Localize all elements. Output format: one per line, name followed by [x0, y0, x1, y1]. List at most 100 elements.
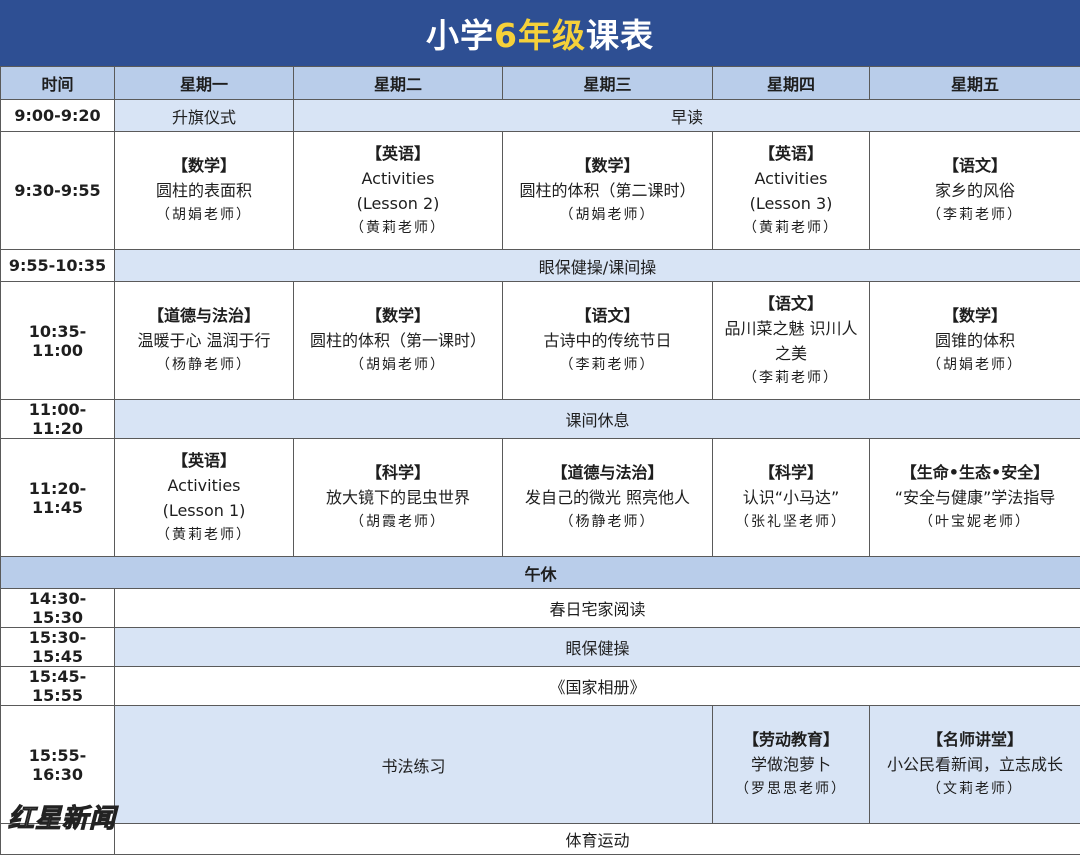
table-row: 15:30-15:45 眼保健操: [1, 628, 1080, 667]
lesson-subject: 【英语】: [717, 142, 865, 166]
lesson-topic: 圆柱的表面积: [119, 178, 289, 203]
header-tuesday: 星期二: [294, 67, 503, 100]
lesson-topic: “安全与健康”学法指导: [874, 485, 1076, 510]
lesson-cell: 【名师讲堂】小公民看新闻，立志成长（文莉老师）: [870, 706, 1080, 824]
lesson-cell: 【数学】圆柱的体积（第一课时）（胡娟老师）: [294, 282, 503, 400]
table-row: 体育运动: [1, 824, 1080, 855]
lesson-cell: 【英语】Activities(Lesson 2)（黄莉老师）: [294, 132, 503, 250]
lesson-subject: 【语文】: [717, 292, 865, 316]
timetable: 时间 星期一 星期二 星期三 星期四 星期五 9:00-9:20 升旗仪式 早读…: [0, 66, 1080, 855]
title-bar: 小学6年级课表: [0, 0, 1080, 66]
lesson-subject: 【名师讲堂】: [874, 728, 1076, 752]
lesson-topic: 小公民看新闻，立志成长: [874, 752, 1076, 777]
title-suffix: 课表: [586, 16, 654, 55]
table-row: 9:30-9:55 【数学】圆柱的表面积（胡娟老师） 【英语】Activitie…: [1, 132, 1080, 250]
lesson-cell: 【数学】圆柱的表面积（胡娟老师）: [115, 132, 294, 250]
lesson-cell: 【道德与法治】发自己的微光 照亮他人（杨静老师）: [503, 439, 713, 557]
lesson-subject: 【语文】: [874, 154, 1076, 178]
time-cell: 9:00-9:20: [1, 100, 115, 132]
lesson-cell: 【数学】圆柱的体积（第二课时）（胡娟老师）: [503, 132, 713, 250]
lesson-subject: 【语文】: [507, 304, 708, 328]
table-row: 11:20-11:45 【英语】Activities(Lesson 1)（黄莉老…: [1, 439, 1080, 557]
activity-cell: 眼保健操/课间操: [115, 250, 1080, 282]
lesson-cell: 【道德与法治】温暖于心 温润于行（杨静老师）: [115, 282, 294, 400]
table-row: 15:45-15:55 《国家相册》: [1, 667, 1080, 706]
lesson-topic: 学做泡萝卜: [717, 752, 865, 777]
lesson-subject: 【生命•生态•安全】: [874, 461, 1076, 485]
lesson-teacher: （李莉老师）: [717, 366, 865, 390]
lesson-teacher: （黄莉老师）: [119, 523, 289, 547]
lesson-teacher: （黄莉老师）: [717, 216, 865, 240]
activity-cell: 春日宅家阅读: [115, 589, 1080, 628]
lesson-cell: 【语文】家乡的风俗（李莉老师）: [870, 132, 1080, 250]
time-cell: 11:00-11:20: [1, 400, 115, 439]
lesson-topic: (Lesson 3): [717, 191, 865, 216]
lesson-subject: 【数学】: [298, 304, 498, 328]
lesson-teacher: （胡娟老师）: [874, 353, 1076, 377]
lesson-subject: 【科学】: [717, 461, 865, 485]
activity-cell: 眼保健操: [115, 628, 1080, 667]
lesson-topic: Activities: [298, 166, 498, 191]
activity-cell: 书法练习: [115, 706, 713, 824]
lesson-topic: 古诗中的传统节日: [507, 328, 708, 353]
lesson-cell: 【英语】Activities(Lesson 3)（黄莉老师）: [713, 132, 870, 250]
lesson-teacher: （杨静老师）: [507, 510, 708, 534]
lesson-cell: 【语文】品川菜之魅 识川人之美（李莉老师）: [713, 282, 870, 400]
lesson-subject: 【数学】: [119, 154, 289, 178]
header-wednesday: 星期三: [503, 67, 713, 100]
lesson-topic: 之美: [717, 341, 865, 366]
activity-cell: 课间休息: [115, 400, 1080, 439]
lunch-break: 午休: [1, 557, 1080, 589]
lesson-teacher: （胡娟老师）: [507, 203, 708, 227]
lesson-cell: 【语文】古诗中的传统节日（李莉老师）: [503, 282, 713, 400]
lesson-subject: 【英语】: [298, 142, 498, 166]
lesson-topic: 认识“小马达”: [717, 485, 865, 510]
table-row: 10:35-11:00 【道德与法治】温暖于心 温润于行（杨静老师） 【数学】圆…: [1, 282, 1080, 400]
lesson-topic: 圆锥的体积: [874, 328, 1076, 353]
activity-cell: 升旗仪式: [115, 100, 294, 132]
table-row: 9:55-10:35 眼保健操/课间操: [1, 250, 1080, 282]
lesson-subject: 【道德与法治】: [119, 304, 289, 328]
header-thursday: 星期四: [713, 67, 870, 100]
table-row: 11:00-11:20 课间休息: [1, 400, 1080, 439]
header-row: 时间 星期一 星期二 星期三 星期四 星期五: [1, 67, 1080, 100]
table-row: 15:55-16:30 书法练习 【劳动教育】学做泡萝卜（罗思思老师） 【名师讲…: [1, 706, 1080, 824]
lesson-teacher: （李莉老师）: [507, 353, 708, 377]
lesson-subject: 【科学】: [298, 461, 498, 485]
time-cell: 11:20-11:45: [1, 439, 115, 557]
lesson-cell: 【生命•生态•安全】“安全与健康”学法指导（叶宝妮老师）: [870, 439, 1080, 557]
lesson-subject: 【英语】: [119, 449, 289, 473]
time-cell: 15:45-15:55: [1, 667, 115, 706]
header-monday: 星期一: [115, 67, 294, 100]
header-friday: 星期五: [870, 67, 1080, 100]
lesson-teacher: （张礼坚老师）: [717, 510, 865, 534]
time-cell: 9:55-10:35: [1, 250, 115, 282]
lesson-subject: 【道德与法治】: [507, 461, 708, 485]
lesson-subject: 【数学】: [874, 304, 1076, 328]
lesson-teacher: （文莉老师）: [874, 777, 1076, 801]
lesson-cell: 【英语】Activities(Lesson 1)（黄莉老师）: [115, 439, 294, 557]
lesson-teacher: （胡娟老师）: [298, 353, 498, 377]
lesson-cell: 【科学】放大镜下的昆虫世界（胡霞老师）: [294, 439, 503, 557]
table-row: 午休: [1, 557, 1080, 589]
lesson-topic: 圆柱的体积（第一课时）: [298, 328, 498, 353]
time-cell: 15:30-15:45: [1, 628, 115, 667]
lesson-topic: Activities: [717, 166, 865, 191]
lesson-teacher: （胡霞老师）: [298, 510, 498, 534]
lesson-subject: 【数学】: [507, 154, 708, 178]
title-prefix: 小学: [426, 16, 494, 55]
lesson-cell: 【数学】圆锥的体积（胡娟老师）: [870, 282, 1080, 400]
lesson-topic: (Lesson 2): [298, 191, 498, 216]
lesson-subject: 【劳动教育】: [717, 728, 865, 752]
lesson-topic: 圆柱的体积（第二课时）: [507, 178, 708, 203]
page-title: 小学6年级课表: [426, 9, 654, 57]
watermark-logo: 红星新闻: [8, 798, 116, 835]
lesson-teacher: （胡娟老师）: [119, 203, 289, 227]
lesson-topic: (Lesson 1): [119, 498, 289, 523]
time-cell: 10:35-11:00: [1, 282, 115, 400]
activity-cell: 体育运动: [115, 824, 1080, 855]
lesson-topic: 发自己的微光 照亮他人: [507, 485, 708, 510]
header-time: 时间: [1, 67, 115, 100]
lesson-teacher: （杨静老师）: [119, 353, 289, 377]
activity-cell: 早读: [294, 100, 1080, 132]
